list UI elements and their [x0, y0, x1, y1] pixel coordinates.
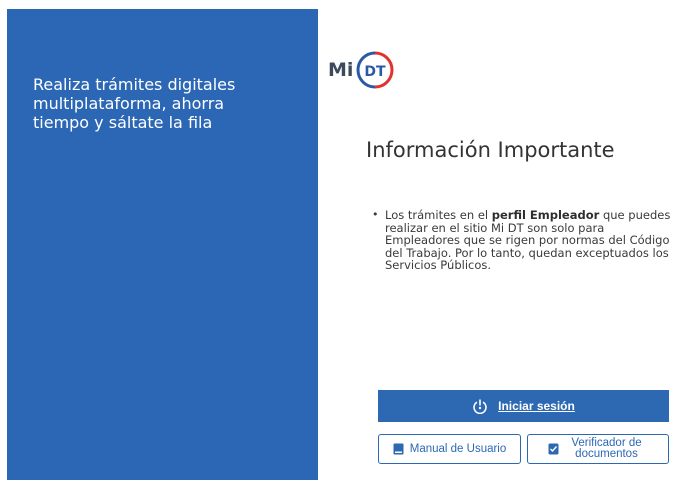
power-icon: [473, 399, 487, 414]
user-manual-label: Manual de Usuario: [409, 442, 507, 455]
page-title: Información Importante: [366, 138, 615, 162]
login-label: Iniciar sesión: [498, 399, 575, 413]
sidebar-tagline: Realiza trámites digitales multiplatafor…: [33, 75, 236, 132]
left-panel: Realiza trámites digitales multiplatafor…: [7, 9, 318, 480]
mi-dt-logo: Mi DT: [328, 50, 395, 90]
info-list-item: • Los trámites en el perfil Empleador que…: [370, 208, 681, 272]
book-icon: [393, 443, 404, 455]
info-list: • Los trámites en el perfil Empleador que…: [370, 208, 681, 272]
bullet: •: [372, 208, 379, 221]
logo-badge-text: DT: [365, 64, 387, 80]
user-manual-button[interactable]: Manual de Usuario: [378, 434, 521, 464]
logo-prefix: Mi: [328, 59, 354, 81]
document-verifier-button[interactable]: Verificador de documentos: [527, 434, 669, 464]
login-button[interactable]: Iniciar sesión: [378, 390, 669, 422]
document-verifier-label: Verificador de documentos: [571, 437, 642, 460]
dt-badge-icon: DT: [356, 51, 394, 89]
document-check-icon: [548, 443, 558, 455]
